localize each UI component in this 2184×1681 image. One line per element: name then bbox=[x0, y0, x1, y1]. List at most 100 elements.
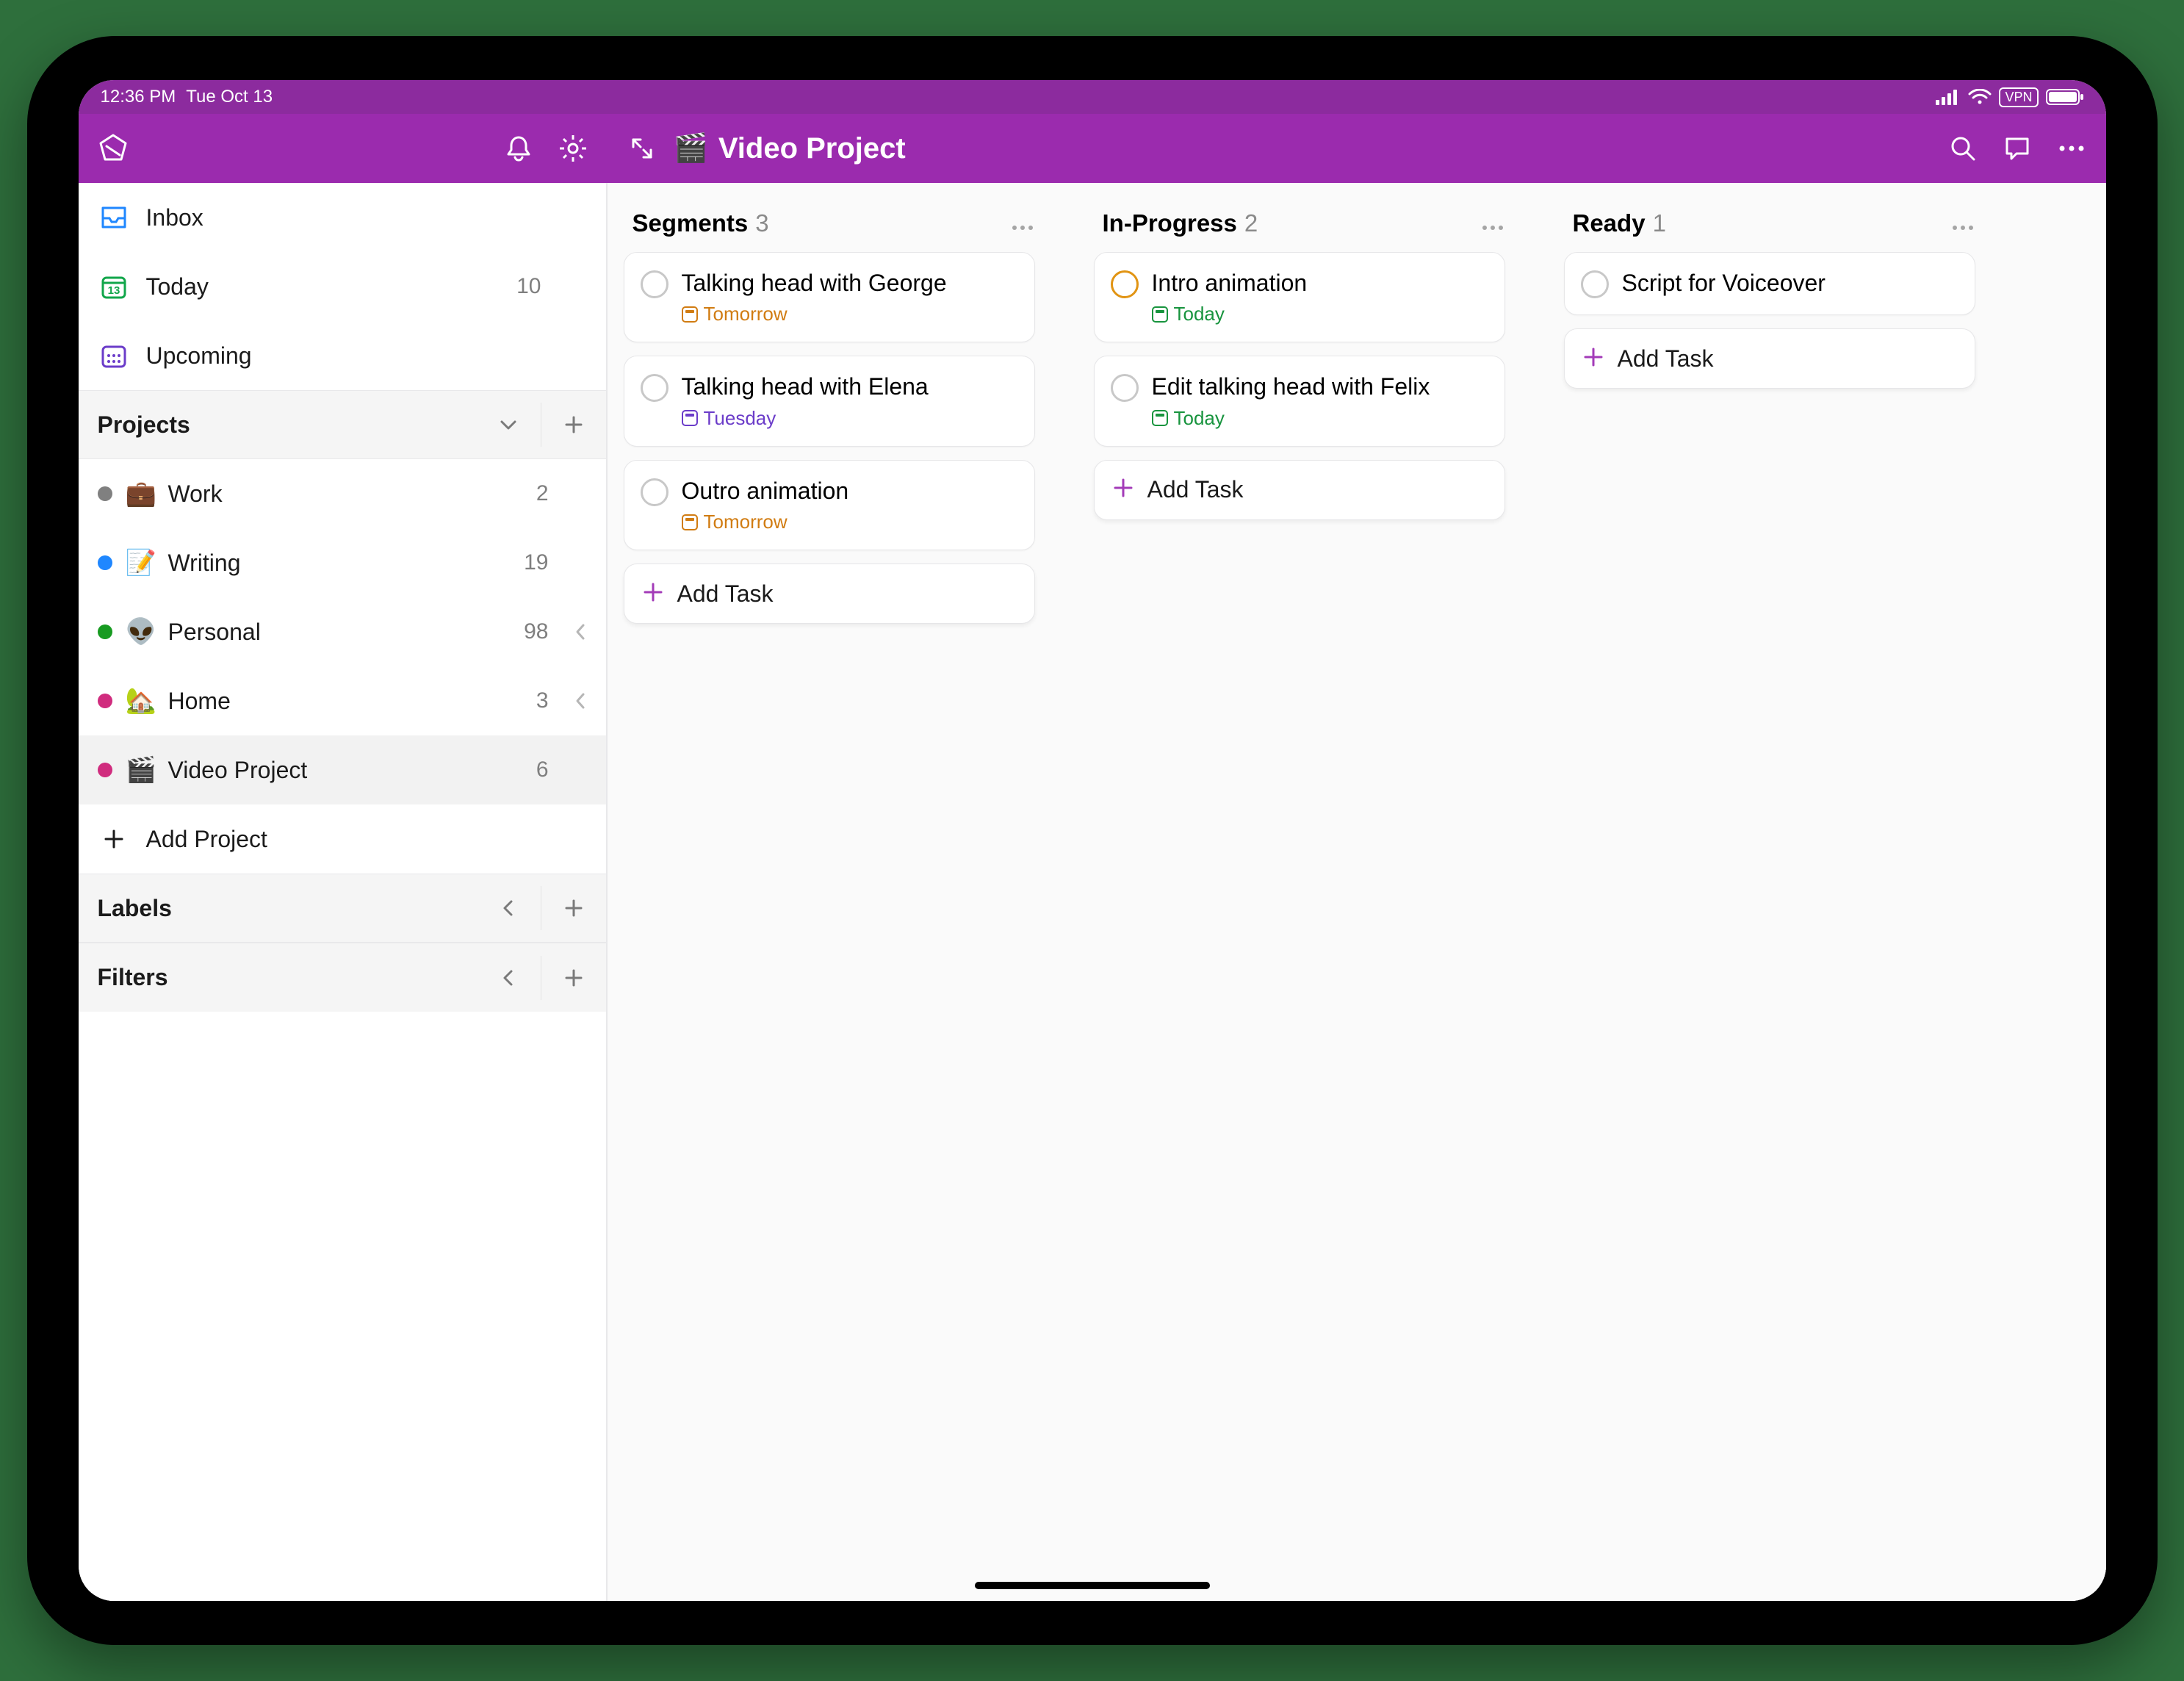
sidebar-item-today[interactable]: 13 Today 10 bbox=[79, 252, 606, 321]
add-task-button[interactable]: Add Task bbox=[1564, 328, 1975, 389]
add-task-label: Add Task bbox=[1618, 345, 1714, 372]
project-row-writing[interactable]: 📝Writing19 bbox=[79, 528, 606, 597]
project-name: Work bbox=[168, 480, 491, 508]
labels-add-button[interactable] bbox=[552, 886, 596, 930]
column-title: Ready bbox=[1573, 209, 1646, 237]
gear-icon bbox=[558, 134, 588, 163]
chevron-left-icon[interactable] bbox=[562, 622, 599, 641]
task-card[interactable]: Outro animation Tomorrow bbox=[624, 460, 1035, 550]
project-color-dot bbox=[98, 624, 112, 639]
project-count: 6 bbox=[505, 757, 549, 782]
project-title[interactable]: 🎬 Video Project bbox=[674, 132, 906, 165]
column-header[interactable]: Ready1 bbox=[1557, 202, 1983, 252]
project-count: 3 bbox=[505, 688, 549, 713]
task-checkbox[interactable] bbox=[1111, 374, 1139, 402]
chevron-left-icon bbox=[501, 898, 516, 918]
comments-button[interactable] bbox=[1990, 121, 2044, 176]
more-button[interactable] bbox=[2044, 121, 2099, 176]
filters-collapse-button[interactable] bbox=[486, 956, 530, 1000]
section-label: Filters bbox=[98, 964, 479, 991]
filters-add-button[interactable] bbox=[552, 956, 596, 1000]
project-name: Personal bbox=[168, 619, 491, 646]
chevron-down-icon bbox=[498, 414, 519, 435]
inbox-icon bbox=[98, 205, 130, 230]
sidebar-item-label: Inbox bbox=[146, 204, 587, 231]
status-time: 12:36 PM bbox=[101, 87, 176, 107]
task-card[interactable]: Script for Voiceover bbox=[1564, 252, 1975, 315]
column-menu-button[interactable] bbox=[1012, 209, 1034, 237]
project-emoji: 🎬 bbox=[126, 757, 155, 782]
more-icon bbox=[1012, 224, 1034, 231]
menu-button[interactable] bbox=[86, 121, 140, 176]
project-row-home[interactable]: 🏡Home3 bbox=[79, 666, 606, 735]
project-row-work[interactable]: 💼Work2 bbox=[79, 459, 606, 528]
home-indicator[interactable] bbox=[975, 1582, 1210, 1589]
project-count: 19 bbox=[505, 550, 549, 575]
task-title: Talking head with Elena bbox=[682, 372, 929, 400]
project-color-dot bbox=[98, 694, 112, 708]
today-icon: 13 bbox=[98, 273, 130, 300]
app-header: 🎬 Video Project bbox=[79, 114, 2106, 183]
task-checkbox[interactable] bbox=[641, 270, 668, 298]
project-row-video-project[interactable]: 🎬 Video Project 6 bbox=[79, 735, 606, 804]
filters-section-header[interactable]: Filters bbox=[79, 943, 606, 1012]
task-checkbox[interactable] bbox=[1111, 270, 1139, 298]
task-title: Script for Voiceover bbox=[1622, 269, 1826, 297]
chat-icon bbox=[2003, 134, 2031, 162]
sidebar-item-upcoming[interactable]: Upcoming bbox=[79, 321, 606, 390]
plus-icon bbox=[563, 898, 584, 918]
chevron-left-icon[interactable] bbox=[562, 691, 599, 710]
column-count: 2 bbox=[1244, 209, 1258, 237]
sidebar: Inbox 13 Today 10 Upcoming bbox=[79, 183, 608, 1601]
task-date: Today bbox=[1152, 303, 1308, 325]
projects-list: 💼Work2📝Writing19👽Personal98🏡Home3🎬Video … bbox=[79, 459, 606, 804]
project-name: Video Project bbox=[168, 757, 491, 784]
sidebar-item-label: Today bbox=[146, 273, 481, 300]
projects-add-button[interactable] bbox=[552, 403, 596, 447]
projects-section-header[interactable]: Projects bbox=[79, 390, 606, 459]
board[interactable]: Segments3Talking head with GeorgeTomorro… bbox=[608, 183, 2106, 1601]
project-name: Video Project bbox=[718, 132, 906, 165]
settings-button[interactable] bbox=[546, 121, 600, 176]
task-card[interactable]: Talking head with ElenaTuesday bbox=[624, 356, 1035, 446]
task-checkbox[interactable] bbox=[1581, 270, 1609, 298]
column-header[interactable]: Segments3 bbox=[616, 202, 1042, 252]
task-title: Outro animation bbox=[682, 477, 849, 505]
notifications-button[interactable] bbox=[491, 121, 546, 176]
search-button[interactable] bbox=[1936, 121, 1990, 176]
column-menu-button[interactable] bbox=[1952, 209, 1974, 237]
labels-collapse-button[interactable] bbox=[486, 886, 530, 930]
project-row-personal[interactable]: 👽Personal98 bbox=[79, 597, 606, 666]
project-color-dot bbox=[98, 555, 112, 570]
task-card[interactable]: Talking head with GeorgeTomorrow bbox=[624, 252, 1035, 342]
task-checkbox[interactable] bbox=[641, 478, 668, 506]
calendar-icon bbox=[1152, 306, 1168, 323]
project-emoji: 📝 bbox=[126, 550, 155, 575]
project-name: Home bbox=[168, 688, 491, 715]
task-date-text: Tomorrow bbox=[704, 511, 788, 533]
column-header[interactable]: In-Progress2 bbox=[1086, 202, 1513, 252]
sidebar-item-inbox[interactable]: Inbox bbox=[79, 183, 606, 252]
column-menu-button[interactable] bbox=[1482, 209, 1504, 237]
add-task-button[interactable]: Add Task bbox=[624, 564, 1035, 624]
add-task-button[interactable]: Add Task bbox=[1094, 460, 1505, 520]
section-label: Projects bbox=[98, 411, 479, 439]
expand-collapse-button[interactable] bbox=[615, 121, 669, 176]
task-checkbox[interactable] bbox=[641, 374, 668, 402]
projects-collapse-button[interactable] bbox=[486, 403, 530, 447]
add-project-button[interactable]: Add Project bbox=[79, 804, 606, 874]
section-label: Labels bbox=[98, 895, 479, 922]
task-card[interactable]: Intro animationToday bbox=[1094, 252, 1505, 342]
vpn-badge: VPN bbox=[1999, 87, 2038, 107]
labels-section-header[interactable]: Labels bbox=[79, 874, 606, 943]
board-column-ready: Ready1 Script for Voiceover Add Task bbox=[1557, 202, 1983, 1601]
task-card[interactable]: Edit talking head with FelixToday bbox=[1094, 356, 1505, 446]
battery-icon bbox=[2046, 89, 2084, 105]
board-column-in-progress: In-Progress2Intro animationTodayEdit tal… bbox=[1086, 202, 1513, 1601]
project-color-dot bbox=[98, 486, 112, 501]
column-title: In-Progress bbox=[1103, 209, 1237, 237]
board-column-segments: Segments3Talking head with GeorgeTomorro… bbox=[616, 202, 1042, 1601]
task-date-text: Today bbox=[1174, 407, 1225, 430]
calendar-icon bbox=[1152, 410, 1168, 426]
add-task-label: Add Task bbox=[677, 580, 774, 608]
